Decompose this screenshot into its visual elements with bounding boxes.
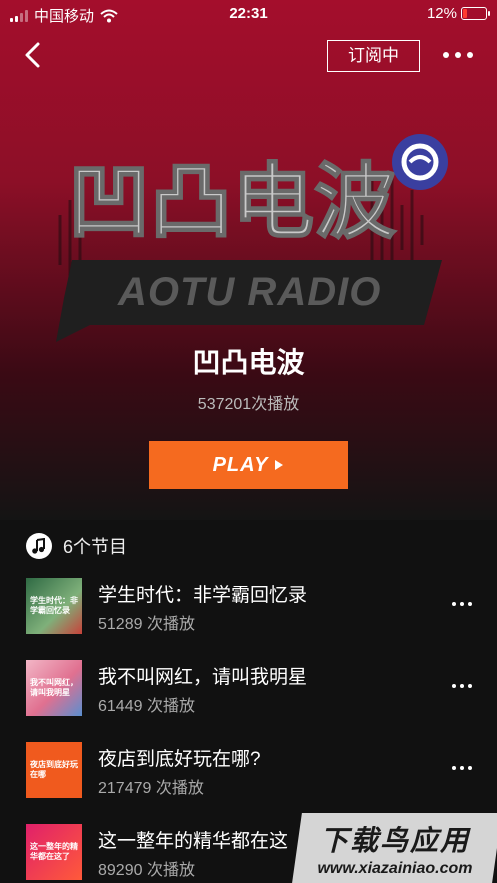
podcast-cover-art: 凹凸电波 AOTU RADIO: [56, 134, 448, 342]
music-note-icon: [26, 533, 52, 559]
podcast-play-count: 537201次播放: [197, 396, 300, 413]
episode-thumbnail: 学生时代：非学霸回忆录: [26, 578, 82, 634]
podcast-title: 凹凸电波: [192, 347, 305, 378]
cover-subtitle: AOTU RADIO: [117, 270, 381, 314]
episode-title: 这一整年的精华都在这: [98, 831, 289, 852]
back-chevron-icon[interactable]: [18, 40, 48, 70]
radio-brand-icon: [392, 134, 448, 190]
battery-percent: 12%: [426, 5, 457, 22]
episode-play-count: 89290 次播放: [98, 862, 195, 879]
episode-title: 我不叫网红，请叫我明星: [98, 667, 308, 688]
watermark-title: 下载鸟应用: [319, 825, 470, 856]
episode-thumbnail: 这一整年的精华都在这了: [26, 824, 82, 880]
episode-play-count: 51289 次播放: [98, 616, 195, 633]
clock: 22:31: [229, 5, 268, 22]
battery-icon: [461, 7, 490, 20]
cover-logo-text: 凹凸电波: [68, 157, 396, 248]
episode-play-count: 217479 次播放: [98, 780, 204, 797]
play-label: PLAY: [212, 453, 269, 476]
episode-count-label: 6个节目: [63, 537, 128, 557]
episode-count-header: 6个节目: [26, 533, 127, 559]
episode-item[interactable]: 学生时代：非学霸回忆录 学生时代：非学霸回忆录 51289 次播放: [0, 578, 497, 648]
play-triangle-icon: [275, 460, 284, 470]
episode-item[interactable]: 我不叫网红，请叫我明星 我不叫网红，请叫我明星 61449 次播放: [0, 660, 497, 730]
episode-item[interactable]: 夜店到底好玩在哪 夜店到底好玩在哪? 217479 次播放: [0, 742, 497, 812]
episode-thumbnail: 夜店到底好玩在哪: [26, 742, 82, 798]
subscribed-button[interactable]: 订阅中: [327, 40, 420, 72]
episode-thumbnail: 我不叫网红，请叫我明星: [26, 660, 82, 716]
episode-more-icon[interactable]: [450, 594, 474, 614]
episode-title: 学生时代：非学霸回忆录: [98, 585, 308, 606]
episode-play-count: 61449 次播放: [98, 698, 195, 715]
episode-more-icon[interactable]: [450, 676, 474, 696]
episode-more-icon[interactable]: [450, 758, 474, 778]
watermark-url: www.xiazainiao.com: [317, 860, 473, 877]
status-bar: 中国移动 22:31 12%: [0, 0, 497, 28]
episode-title: 夜店到底好玩在哪?: [98, 749, 261, 770]
more-options-icon[interactable]: [440, 40, 476, 70]
play-all-button[interactable]: PLAY: [149, 441, 348, 489]
